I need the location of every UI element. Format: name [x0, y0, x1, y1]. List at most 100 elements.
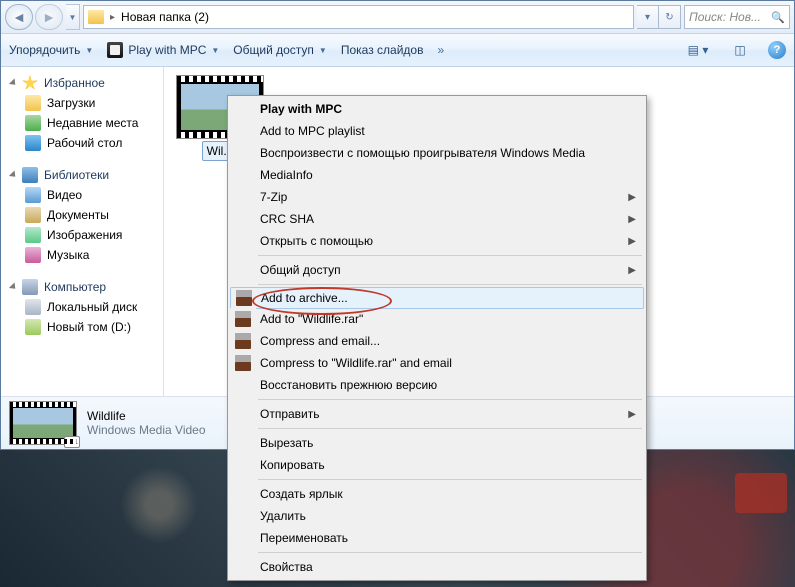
collapse-icon: [9, 282, 18, 291]
address-dropdown[interactable]: ▾: [637, 5, 659, 29]
submenu-arrow-icon: ▶: [628, 236, 636, 247]
search-icon: 🔍: [771, 11, 785, 24]
search-input[interactable]: Поиск: Нов... 🔍: [684, 5, 790, 29]
collapse-icon: [9, 78, 18, 87]
winrar-icon: [235, 355, 251, 371]
ctx-share[interactable]: Общий доступ▶: [230, 259, 644, 281]
sidebar-item-music[interactable]: Музыка: [1, 245, 163, 265]
organize-label: Упорядочить: [9, 43, 80, 57]
ctx-restore-previous[interactable]: Восстановить прежнюю версию: [230, 374, 644, 396]
favorites-label: Избранное: [44, 76, 105, 90]
ctx-7zip[interactable]: 7-Zip▶: [230, 186, 644, 208]
folder-icon: [88, 10, 104, 24]
chevron-down-icon: ▼: [85, 46, 93, 55]
help-icon[interactable]: ?: [768, 41, 786, 59]
breadcrumb-sep-icon: ▸: [110, 12, 115, 23]
ctx-play-wmp[interactable]: Воспроизвести с помощью проигрывателя Wi…: [230, 142, 644, 164]
details-filename: Wildlife: [87, 409, 206, 423]
context-menu: Play with MPC Add to MPC playlist Воспро…: [227, 95, 647, 581]
ctx-open-with[interactable]: Открыть с помощью▶: [230, 230, 644, 252]
ctx-rename[interactable]: Переименовать: [230, 527, 644, 549]
submenu-arrow-icon: ▶: [628, 192, 636, 203]
computer-header[interactable]: Компьютер: [1, 277, 163, 297]
preview-pane-button[interactable]: ◫: [726, 39, 754, 61]
desktop-icon: [25, 135, 41, 151]
command-bar: Упорядочить ▼ Play with MPC ▼ Общий дост…: [1, 34, 794, 67]
computer-icon: [22, 279, 38, 295]
winrar-icon: [236, 290, 252, 306]
share-menu[interactable]: Общий доступ ▼: [233, 43, 327, 57]
chevron-down-icon: ▼: [211, 46, 219, 55]
libraries-label: Библиотеки: [44, 168, 109, 182]
address-bar[interactable]: ▸ Новая папка (2): [83, 5, 634, 29]
ctx-separator: [258, 552, 642, 553]
disk-icon: [25, 299, 41, 315]
folder-icon: [25, 95, 41, 111]
sidebar-item-downloads[interactable]: Загрузки: [1, 93, 163, 113]
submenu-arrow-icon: ▶: [628, 265, 636, 276]
ctx-separator: [258, 255, 642, 256]
ctx-compress-email[interactable]: Compress and email...: [230, 330, 644, 352]
view-options-button[interactable]: ▤ ▾: [684, 39, 712, 61]
sidebar-item-desktop[interactable]: Рабочий стол: [1, 133, 163, 153]
ctx-add-to-rar[interactable]: Add to "Wildlife.rar": [230, 308, 644, 330]
sidebar-item-documents[interactable]: Документы: [1, 205, 163, 225]
refresh-button[interactable]: ↻: [659, 5, 681, 29]
breadcrumb-folder[interactable]: Новая папка (2): [121, 10, 209, 24]
play-mpc-button[interactable]: Play with MPC ▼: [107, 42, 219, 58]
play-mpc-label: Play with MPC: [128, 43, 206, 57]
navigation-pane: Избранное Загрузки Недавние места Рабочи…: [1, 67, 164, 396]
ctx-add-playlist[interactable]: Add to MPC playlist: [230, 120, 644, 142]
sidebar-item-local-disk[interactable]: Локальный диск: [1, 297, 163, 317]
ctx-separator: [258, 284, 642, 285]
ctx-play-mpc[interactable]: Play with MPC: [230, 98, 644, 120]
wallpaper-badge: [735, 473, 787, 513]
libraries-header[interactable]: Библиотеки: [1, 165, 163, 185]
recent-icon: [25, 115, 41, 131]
forward-button[interactable]: ►: [35, 4, 63, 30]
collapse-icon: [9, 170, 18, 179]
ctx-create-shortcut[interactable]: Создать ярлык: [230, 483, 644, 505]
sidebar-item-drive-d[interactable]: Новый том (D:): [1, 317, 163, 337]
document-icon: [25, 207, 41, 223]
sidebar-item-pictures[interactable]: Изображения: [1, 225, 163, 245]
details-filetype: Windows Media Video: [87, 423, 206, 437]
submenu-arrow-icon: ▶: [628, 214, 636, 225]
sidebar-item-recent[interactable]: Недавние места: [1, 113, 163, 133]
back-button[interactable]: ◄: [5, 4, 33, 30]
music-icon: [25, 247, 41, 263]
organize-menu[interactable]: Упорядочить ▼: [9, 43, 93, 57]
ctx-cut[interactable]: Вырезать: [230, 432, 644, 454]
ctx-send-to[interactable]: Отправить▶: [230, 403, 644, 425]
ctx-delete[interactable]: Удалить: [230, 505, 644, 527]
navigation-bar: ◄ ► ▼ ▸ Новая папка (2) ▾ ↻ Поиск: Нов..…: [1, 1, 794, 34]
mpc-icon: [107, 42, 123, 58]
ctx-separator: [258, 428, 642, 429]
details-thumbnail: 321: [9, 401, 77, 445]
history-dropdown[interactable]: ▼: [66, 4, 80, 30]
drive-icon: [25, 319, 41, 335]
ctx-add-to-archive[interactable]: Add to archive...: [230, 287, 644, 309]
search-placeholder: Поиск: Нов...: [689, 10, 761, 24]
ctx-separator: [258, 399, 642, 400]
star-icon: [22, 75, 38, 91]
slideshow-button[interactable]: Показ слайдов: [341, 43, 424, 57]
share-label: Общий доступ: [233, 43, 314, 57]
winrar-icon: [235, 333, 251, 349]
chevron-down-icon: ▼: [319, 46, 327, 55]
sidebar-item-videos[interactable]: Видео: [1, 185, 163, 205]
ctx-mediainfo[interactable]: MediaInfo: [230, 164, 644, 186]
ctx-crc[interactable]: CRC SHA▶: [230, 208, 644, 230]
slideshow-label: Показ слайдов: [341, 43, 424, 57]
ctx-compress-rar-email[interactable]: Compress to "Wildlife.rar" and email: [230, 352, 644, 374]
video-icon: [25, 187, 41, 203]
submenu-arrow-icon: ▶: [628, 409, 636, 420]
favorites-header[interactable]: Избранное: [1, 73, 163, 93]
computer-label: Компьютер: [44, 280, 106, 294]
image-icon: [25, 227, 41, 243]
toolbar-overflow-icon[interactable]: »: [437, 43, 444, 57]
mpc-badge-icon: 321: [64, 436, 80, 448]
ctx-properties[interactable]: Свойства: [230, 556, 644, 578]
winrar-icon: [235, 311, 251, 327]
ctx-copy[interactable]: Копировать: [230, 454, 644, 476]
